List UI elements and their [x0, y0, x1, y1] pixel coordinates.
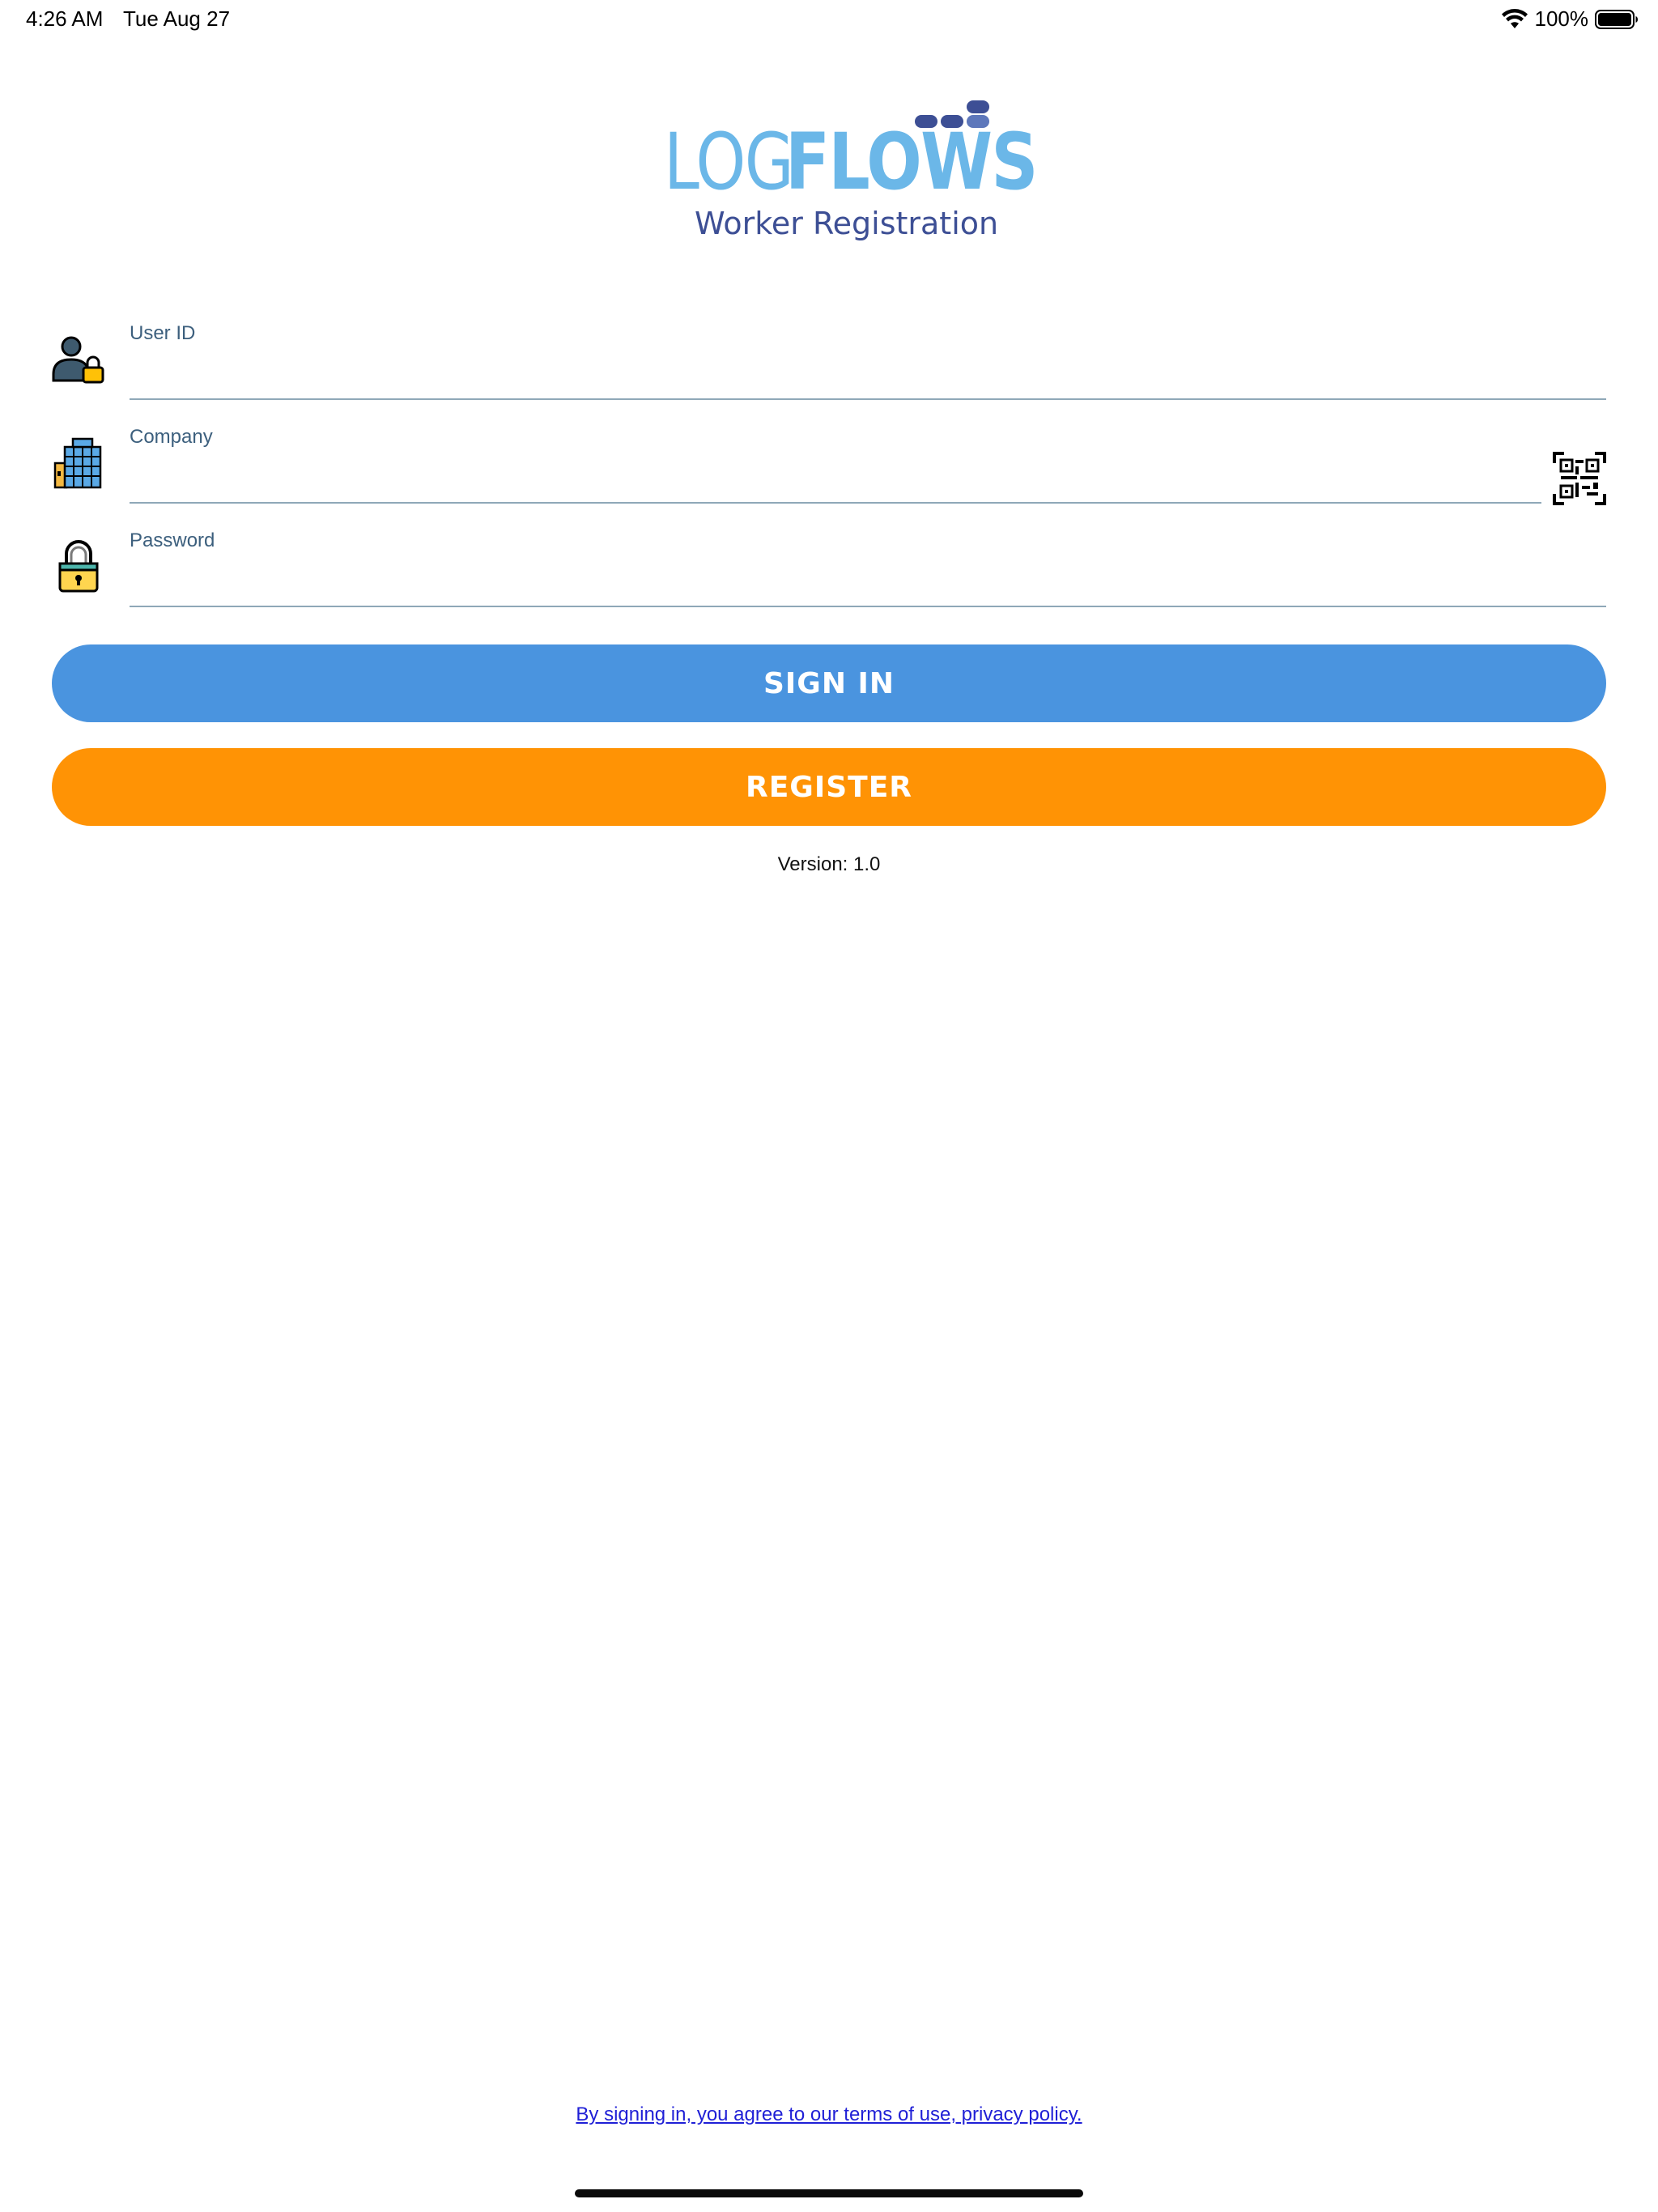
building-icon: [53, 437, 102, 489]
register-button[interactable]: REGISTER: [52, 748, 1606, 826]
qr-code-icon[interactable]: [1553, 452, 1606, 505]
login-screen: 4:26 AM Tue Aug 27 100% LOGFLOWS Worker …: [0, 0, 1658, 2212]
password-field-group: Password: [0, 523, 1658, 627]
user-id-label: User ID: [130, 322, 196, 344]
sign-in-button[interactable]: SIGN IN: [52, 644, 1606, 722]
status-date: Tue Aug 27: [123, 6, 231, 31]
user-id-input[interactable]: [130, 353, 1606, 400]
logo-word-flows: FLOWS: [785, 117, 1038, 207]
company-field-group: Company: [0, 419, 1658, 523]
terms-privacy-link[interactable]: By signing in, you agree to our terms of…: [0, 2104, 1658, 2126]
logflows-logo: LOGFLOWS Worker Registration: [664, 96, 1038, 249]
status-indicators: 100%: [1501, 6, 1639, 32]
password-label: Password: [130, 530, 215, 551]
user-lock-icon: [52, 336, 104, 384]
padlock-icon: [58, 540, 99, 593]
logo-word-log: LOG: [664, 117, 794, 207]
version-text: Version: 1.0: [777, 853, 881, 875]
user-id-field-group: User ID: [0, 316, 1658, 419]
company-input[interactable]: [130, 457, 1541, 504]
status-bar: 4:26 AM Tue Aug 27 100%: [0, 0, 1658, 39]
logo-wordmark: LOGFLOWS: [664, 123, 1085, 202]
battery-percent: 100%: [1534, 6, 1589, 31]
password-input[interactable]: [130, 560, 1606, 607]
battery-icon: [1595, 9, 1638, 29]
logo-subtitle: Worker Registration: [695, 206, 999, 241]
wifi-icon: [1501, 8, 1528, 28]
home-indicator[interactable]: [575, 2189, 1083, 2197]
company-label: Company: [130, 426, 213, 448]
status-time: 4:26 AM: [26, 6, 104, 31]
